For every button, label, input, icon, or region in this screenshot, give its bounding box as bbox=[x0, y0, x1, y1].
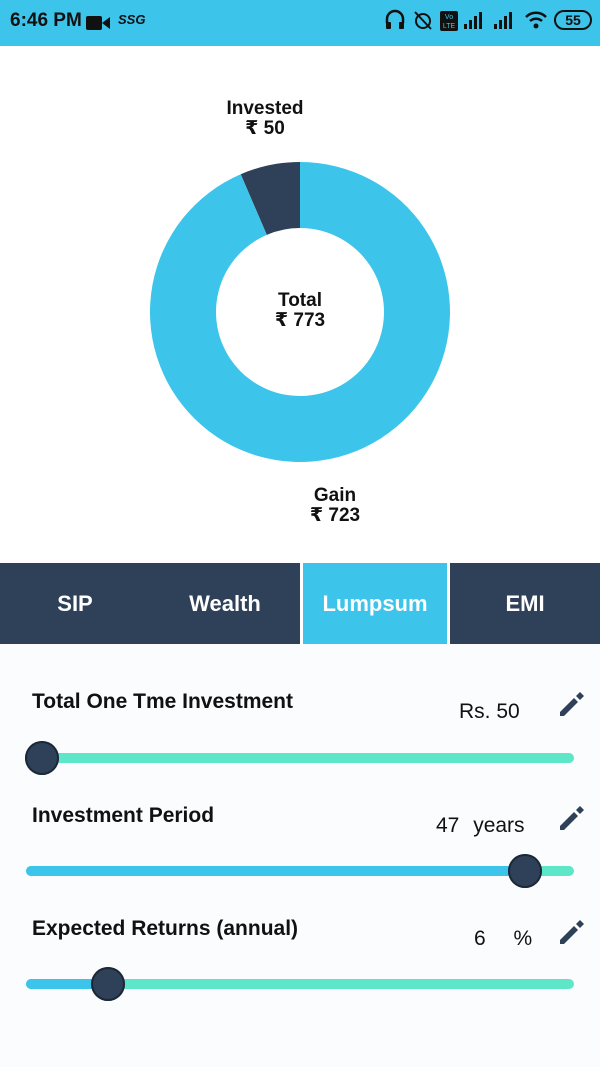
carrier-label: SSG bbox=[118, 12, 146, 27]
period-slider-thumb[interactable] bbox=[507, 854, 542, 888]
returns-title: Expected Returns (annual) bbox=[32, 917, 299, 940]
returns-number: 6 bbox=[474, 927, 486, 950]
period-slider-fill bbox=[26, 866, 525, 876]
returns-slider-thumb[interactable] bbox=[91, 967, 126, 1001]
battery-icon: 55 bbox=[554, 10, 592, 30]
returns-unit: % bbox=[513, 927, 533, 950]
calculator-tabs: SIP Wealth Lumpsum EMI bbox=[0, 563, 600, 644]
headphones-icon bbox=[385, 9, 405, 29]
investment-slider[interactable] bbox=[25, 741, 574, 775]
period-value: 47 years bbox=[436, 814, 525, 838]
status-time: 6:46 PM bbox=[10, 10, 82, 31]
tab-sip[interactable]: SIP bbox=[0, 563, 150, 644]
total-title: Total bbox=[278, 290, 322, 311]
gain-value: ₹ 723 bbox=[309, 505, 361, 526]
edit-period-icon[interactable] bbox=[556, 802, 588, 834]
investment-value: Rs. 50 bbox=[459, 700, 520, 723]
total-label: Total ₹ 773 bbox=[236, 291, 364, 331]
gain-label: Gain ₹ 723 bbox=[272, 486, 398, 526]
returns-slider[interactable] bbox=[26, 967, 574, 1001]
invested-title: Invested bbox=[226, 98, 304, 119]
signal-icon bbox=[494, 12, 512, 29]
chart-area: Invested ₹ 50 Total ₹ 773 Gain ₹ 723 bbox=[0, 46, 600, 564]
video-camera-icon bbox=[86, 16, 110, 30]
gain-title: Gain bbox=[313, 485, 357, 506]
investment-title: Total One Tme Investment bbox=[32, 690, 293, 713]
controls-panel: Total One Tme Investment Rs. 50 Investme… bbox=[0, 644, 600, 1067]
period-slider[interactable] bbox=[26, 854, 574, 888]
returns-value: 6 % bbox=[474, 927, 532, 951]
tab-lumpsum[interactable]: Lumpsum bbox=[300, 563, 450, 644]
tab-wealth[interactable]: Wealth bbox=[150, 563, 300, 644]
investment-slider-thumb[interactable] bbox=[25, 741, 60, 775]
period-title: Investment Period bbox=[32, 804, 215, 827]
tab-emi[interactable]: EMI bbox=[450, 563, 600, 644]
period-number: 47 bbox=[436, 814, 460, 837]
invested-label: Invested ₹ 50 bbox=[200, 99, 330, 139]
edit-returns-icon[interactable] bbox=[556, 916, 588, 948]
status-bar: 6:46 PM SSG Vo LTE 55 bbox=[0, 0, 600, 46]
signal-icon bbox=[464, 12, 482, 29]
period-unit: years bbox=[473, 814, 525, 837]
svg-text:Vo: Vo bbox=[445, 14, 453, 21]
total-value: ₹ 773 bbox=[274, 310, 326, 331]
alarm-off-icon bbox=[414, 11, 432, 30]
volte-icon: Vo LTE bbox=[440, 11, 458, 31]
svg-text:LTE: LTE bbox=[443, 23, 456, 30]
edit-investment-icon[interactable] bbox=[556, 688, 588, 720]
invested-value: ₹ 50 bbox=[245, 118, 285, 139]
wifi-icon bbox=[525, 11, 547, 29]
